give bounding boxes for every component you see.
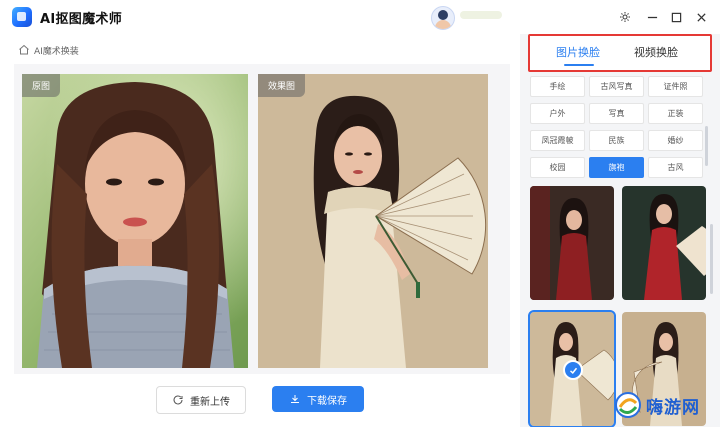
image-compare-panel: 原图 效果图 (14, 64, 510, 374)
user-name-placeholder[interactable] (460, 11, 502, 19)
tag-wedding[interactable]: 婚纱 (648, 130, 703, 151)
tag-id-photo[interactable]: 证件照 (648, 76, 703, 97)
tab-active-indicator (564, 64, 594, 66)
template-thumb-selected[interactable] (528, 310, 616, 427)
app-logo-icon (12, 7, 32, 27)
tab-video-face-swap[interactable]: 视频换脸 (634, 44, 678, 60)
action-bar: 重新上传 下载保存 (0, 386, 520, 416)
template-thumb[interactable] (622, 186, 706, 300)
original-label: 原图 (22, 74, 61, 97)
watermark-text: 嗨游网 (646, 397, 700, 418)
watermark-logo-icon (615, 392, 641, 418)
result-photo (258, 74, 488, 368)
app-title: AI抠图魔术师 (40, 12, 122, 27)
reupload-label: 重新上传 (190, 396, 230, 408)
result-image: 效果图 (258, 74, 488, 368)
original-photo (22, 74, 248, 368)
thumbnail-scrollbar[interactable] (710, 224, 713, 294)
result-label: 效果图 (258, 74, 306, 97)
tab-image-face-swap[interactable]: 图片换脸 (556, 44, 600, 60)
tab-bar: 图片换脸 视频换脸 (528, 34, 712, 72)
home-icon (19, 44, 29, 55)
tag-campus[interactable]: 校园 (530, 157, 585, 178)
reupload-button[interactable]: 重新上传 (156, 386, 246, 414)
check-icon (563, 360, 583, 380)
close-icon[interactable] (692, 8, 710, 26)
minimize-icon[interactable] (643, 8, 661, 26)
refresh-icon (173, 395, 183, 405)
settings-icon[interactable] (616, 8, 634, 26)
tag-outdoor[interactable]: 户外 (530, 103, 585, 124)
tag-formal[interactable]: 正装 (648, 103, 703, 124)
user-avatar[interactable] (431, 6, 455, 30)
tag-hand-drawn[interactable]: 手绘 (530, 76, 585, 97)
tag-ancient-style[interactable]: 古风 (648, 157, 703, 178)
download-icon (291, 395, 299, 403)
breadcrumb[interactable]: AI魔术换装 (18, 42, 79, 58)
tag-ethnic[interactable]: 民族 (589, 130, 644, 151)
tag-ancient-portrait[interactable]: 古风写真 (589, 76, 644, 97)
save-label: 下载保存 (307, 395, 347, 407)
tag-scrollbar[interactable] (705, 126, 708, 166)
breadcrumb-label: AI魔术换装 (34, 46, 79, 57)
tag-phoenix-crown[interactable]: 凤冠霞帔 (530, 130, 585, 151)
title-bar: AI抠图魔术师 (0, 0, 720, 34)
tag-qipao[interactable]: 旗袍 (589, 157, 644, 178)
watermark: 嗨游网 (614, 386, 718, 424)
download-save-button[interactable]: 下载保存 (272, 386, 364, 412)
tag-portrait[interactable]: 写真 (589, 103, 644, 124)
original-image: 原图 (22, 74, 248, 368)
maximize-icon[interactable] (667, 8, 685, 26)
style-tag-grid: 手绘 古风写真 证件照 户外 写真 正装 凤冠霞帔 民族 婚纱 校园 旗袍 古风 (530, 76, 706, 178)
template-thumb[interactable] (530, 186, 614, 300)
style-panel: 图片换脸 视频换脸 手绘 古风写真 证件照 户外 写真 正装 凤冠霞帔 民族 婚… (520, 34, 720, 427)
